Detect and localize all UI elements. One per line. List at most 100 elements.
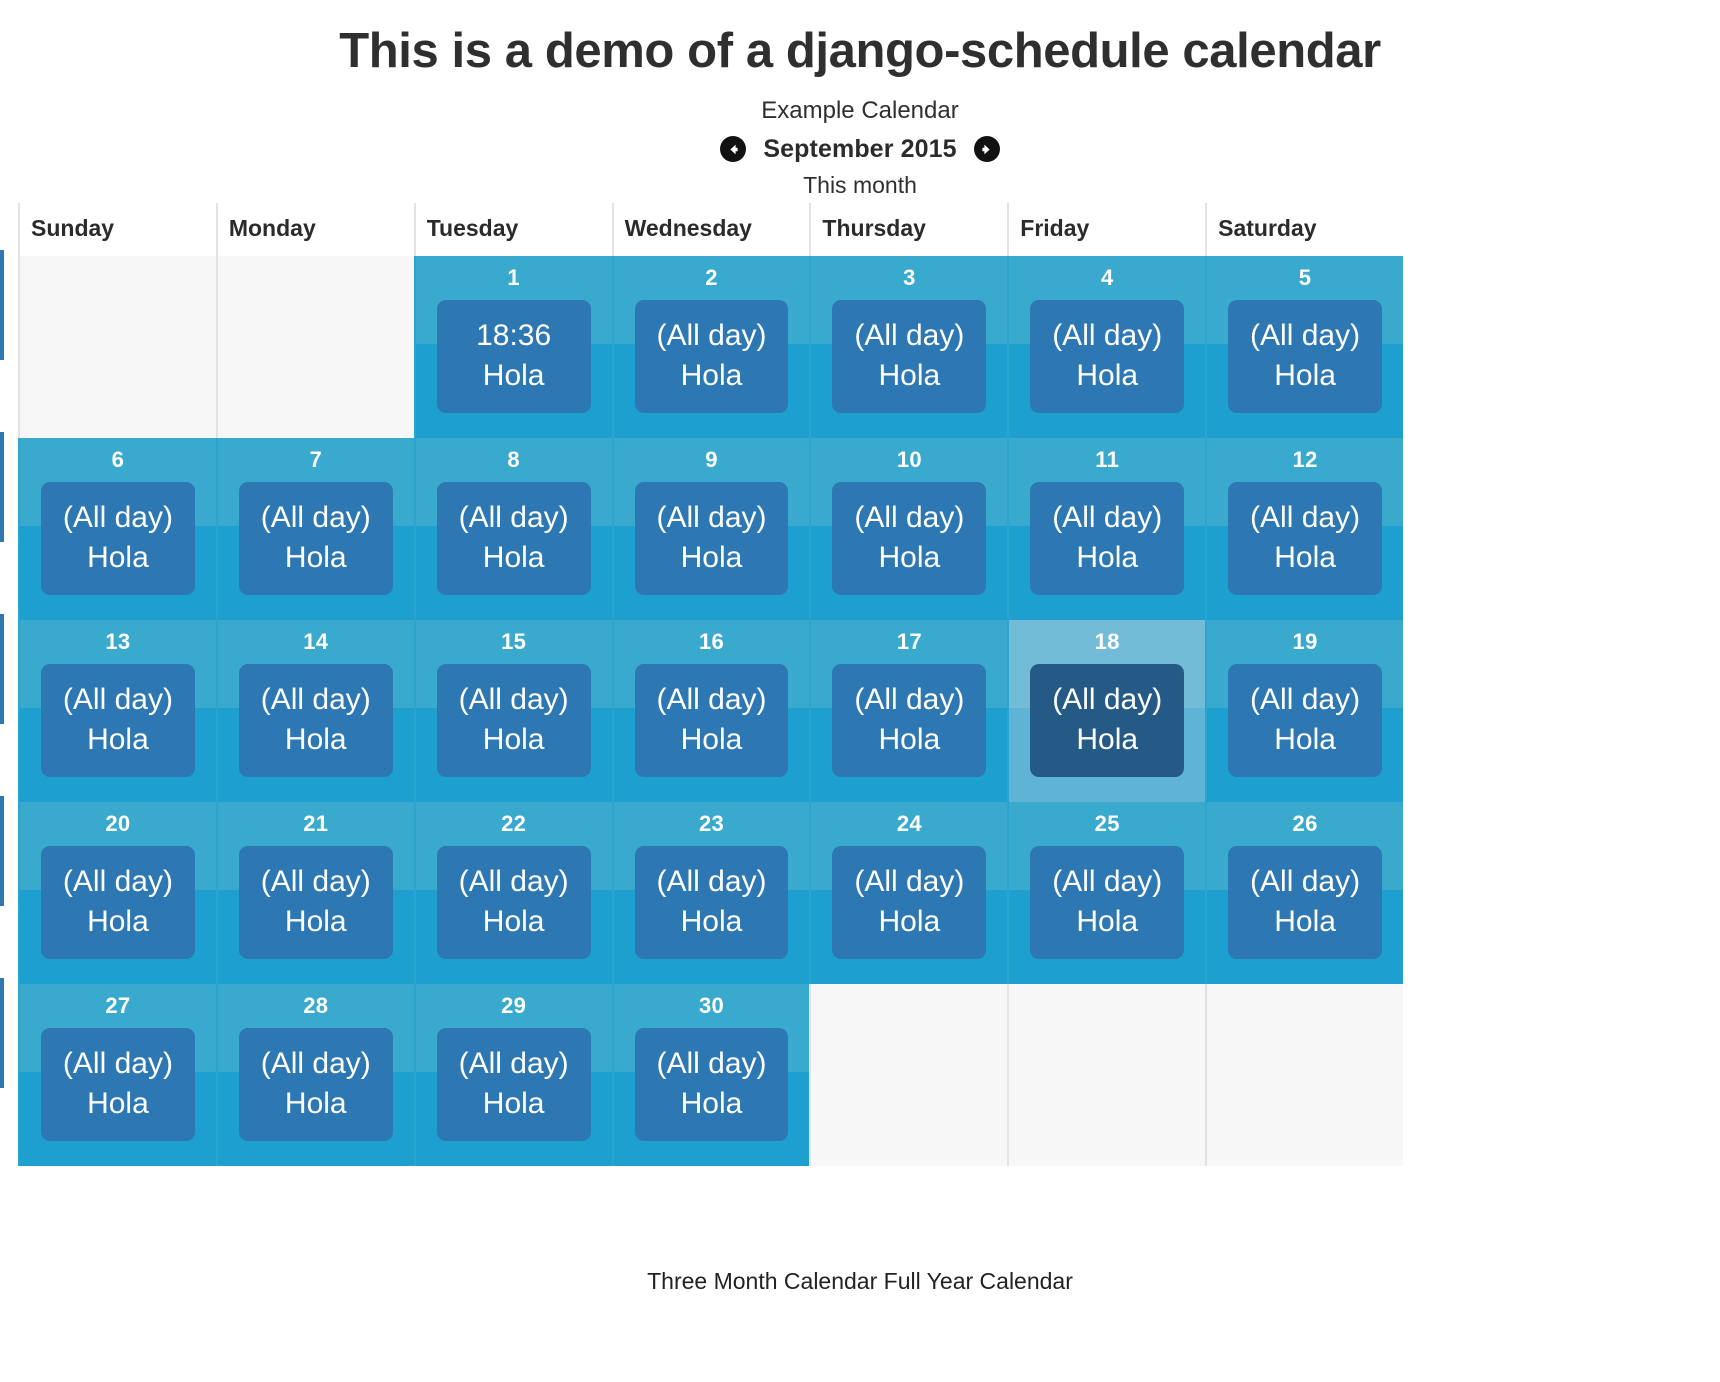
day-cell[interactable]: 28 (All day) Hola	[215, 984, 414, 1166]
day-cell[interactable]: 19 (All day) Hola	[1205, 620, 1403, 802]
event-title: Hola	[482, 904, 545, 938]
event-box[interactable]: (All day) Hola	[1228, 300, 1382, 414]
event-title: Hola	[1274, 358, 1336, 392]
month-navigation: September 2015	[0, 135, 1720, 164]
day-cell[interactable]: 14 (All day) Hola	[215, 620, 414, 802]
day-cell[interactable]: 9 (All day) Hola	[611, 438, 810, 620]
full-year-calendar-link[interactable]: Full Year Calendar	[884, 1268, 1073, 1294]
event-title: Hola	[878, 904, 941, 938]
day-cell[interactable]: 20 (All day) Hola	[18, 802, 216, 984]
calendar-page: This is a demo of a django-schedule cale…	[0, 0, 1720, 1382]
day-cell[interactable]: 3 (All day) Hola	[809, 256, 1008, 438]
event-box[interactable]: (All day) Hola	[832, 846, 987, 960]
event-time: (All day)	[62, 865, 173, 898]
day-cell[interactable]: 23 (All day) Hola	[611, 802, 810, 984]
day-cell[interactable]: 13 (All day) Hola	[18, 620, 216, 802]
day-cell[interactable]: 15 (All day) Hola	[413, 620, 612, 802]
this-month-label: This month	[803, 171, 917, 198]
event-title: Hola	[680, 722, 743, 756]
day-cell[interactable]: 27 (All day) Hola	[18, 984, 216, 1166]
day-number: 2	[705, 265, 718, 290]
day-cell[interactable]: 30 (All day) Hola	[611, 984, 810, 1166]
day-number: 1	[507, 265, 520, 290]
event-box[interactable]: (All day) Hola	[634, 1028, 789, 1142]
day-cell[interactable]: 8 (All day) Hola	[413, 438, 612, 620]
event-time: (All day)	[458, 1047, 569, 1080]
day-cell[interactable]: 2 (All day) Hola	[611, 256, 810, 438]
event-box[interactable]: (All day) Hola	[238, 482, 393, 596]
arrow-right-circle-icon[interactable]	[973, 136, 1000, 163]
day-cell[interactable]: 17 (All day) Hola	[809, 620, 1008, 802]
day-cell[interactable]: 4 (All day) Hola	[1007, 256, 1206, 438]
day-cell[interactable]: 12 (All day) Hola	[1205, 438, 1403, 620]
event-box[interactable]: (All day) Hola	[634, 300, 789, 414]
day-cell[interactable]: 24 (All day) Hola	[809, 802, 1008, 984]
day-number: 18	[1094, 629, 1120, 654]
event-box[interactable]: (All day) Hola	[634, 664, 789, 778]
event-title: Hola	[87, 904, 149, 938]
three-month-calendar-link[interactable]: Three Month Calendar	[647, 1268, 877, 1294]
day-cell[interactable]: 5 (All day) Hola	[1205, 256, 1403, 438]
event-box[interactable]: (All day) Hola	[436, 664, 591, 778]
day-cell[interactable]: 6 (All day) Hola	[18, 438, 216, 620]
event-time: (All day)	[1250, 683, 1361, 716]
event-box[interactable]: (All day) Hola	[436, 1028, 591, 1142]
day-cell[interactable]: 21 (All day) Hola	[215, 802, 414, 984]
event-box[interactable]: (All day) Hola	[436, 482, 591, 596]
event-time: (All day)	[656, 319, 767, 352]
event-title: Hola	[1076, 722, 1139, 756]
event-box[interactable]: (All day) Hola	[41, 664, 195, 778]
event-box[interactable]: (All day) Hola	[238, 1028, 393, 1142]
day-cell-today[interactable]: 18 (All day) Hola	[1007, 620, 1206, 802]
event-time: 18:36	[476, 319, 552, 352]
event-time: (All day)	[656, 683, 767, 716]
event-box[interactable]: (All day) Hola	[832, 482, 987, 596]
event-title: Hola	[87, 722, 149, 756]
day-number: 8	[507, 447, 520, 472]
event-time: (All day)	[656, 1047, 767, 1080]
event-time: (All day)	[1250, 319, 1361, 352]
event-box[interactable]: (All day) Hola	[1228, 846, 1382, 960]
day-number: 19	[1292, 629, 1318, 654]
event-box[interactable]: (All day) Hola	[832, 300, 987, 414]
day-cell[interactable]: 11 (All day) Hola	[1007, 438, 1206, 620]
event-box[interactable]: (All day) Hola	[1228, 482, 1382, 596]
day-number: 9	[705, 447, 718, 472]
event-box[interactable]: (All day) Hola	[41, 846, 195, 960]
event-box[interactable]: (All day) Hola	[634, 482, 789, 596]
event-time: (All day)	[1052, 319, 1163, 352]
arrow-left-circle-icon[interactable]	[720, 136, 747, 163]
day-cell[interactable]: 22 (All day) Hola	[413, 802, 612, 984]
day-cell-empty	[809, 984, 1008, 1166]
day-cell[interactable]: 1 18:36 Hola	[413, 256, 612, 438]
event-box[interactable]: (All day) Hola	[1030, 482, 1185, 596]
event-title: Hola	[482, 358, 545, 392]
day-cell[interactable]: 29 (All day) Hola	[413, 984, 612, 1166]
event-box[interactable]: 18:36 Hola	[436, 300, 591, 414]
page-title: This is a demo of a django-schedule cale…	[339, 24, 1381, 78]
day-cell[interactable]: 26 (All day) Hola	[1205, 802, 1403, 984]
event-box[interactable]: (All day) Hola	[41, 482, 195, 596]
day-cell[interactable]: 10 (All day) Hola	[809, 438, 1008, 620]
event-box[interactable]: (All day) Hola	[238, 664, 393, 778]
event-box[interactable]: (All day) Hola	[1030, 846, 1185, 960]
event-time: (All day)	[260, 865, 371, 898]
event-box[interactable]: (All day) Hola	[832, 664, 987, 778]
day-number: 3	[903, 265, 916, 290]
event-box[interactable]: (All day) Hola	[1030, 300, 1185, 414]
clipped-event-sliver	[0, 796, 4, 906]
day-number: 20	[105, 811, 131, 836]
event-box[interactable]: (All day) Hola	[1228, 664, 1382, 778]
event-title: Hola	[680, 540, 743, 574]
event-box[interactable]: (All day) Hola	[238, 846, 393, 960]
event-box[interactable]: (All day) Hola	[41, 1028, 195, 1142]
event-time: (All day)	[1250, 501, 1361, 534]
day-number: 15	[501, 629, 527, 654]
clipped-event-sliver	[0, 978, 4, 1088]
event-box[interactable]: (All day) Hola	[634, 846, 789, 960]
event-box[interactable]: (All day) Hola	[436, 846, 591, 960]
day-cell[interactable]: 16 (All day) Hola	[611, 620, 810, 802]
day-cell[interactable]: 7 (All day) Hola	[215, 438, 414, 620]
event-box[interactable]: (All day) Hola	[1030, 664, 1185, 778]
day-cell[interactable]: 25 (All day) Hola	[1007, 802, 1206, 984]
